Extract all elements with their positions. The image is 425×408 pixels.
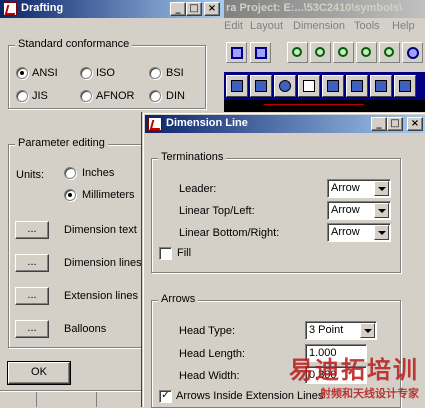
arrows-label: Arrows	[158, 293, 199, 305]
snap-grid-icon[interactable]	[226, 75, 248, 97]
chevron-down-icon[interactable]	[374, 203, 389, 218]
minimize-icon[interactable]: _	[170, 2, 186, 16]
fill-checkbox[interactable]	[159, 247, 172, 260]
radio-iso[interactable]	[80, 67, 92, 79]
snap-center-icon[interactable]	[394, 75, 416, 97]
insert-icon[interactable]	[250, 42, 271, 63]
radio-inches[interactable]	[64, 167, 76, 179]
status-divider	[96, 392, 97, 407]
radio-jis-label: JIS	[32, 90, 48, 102]
close-icon[interactable]: ×	[204, 2, 220, 16]
fill-label: Fill	[177, 247, 192, 259]
radio-din[interactable]	[149, 90, 161, 102]
units-label: Units:	[16, 169, 45, 181]
background-title: ra Project: E:...\53C2410\symbols\	[226, 2, 403, 14]
chevron-down-icon[interactable]	[374, 181, 389, 196]
watermark-tagline: 射频和天线设计专家	[320, 388, 419, 400]
head-length-label: Head Length:	[179, 348, 246, 360]
menu-layout[interactable]: Layout	[250, 20, 283, 32]
linear-top-left-value: Arrow	[331, 204, 360, 216]
radio-ansi-label: ANSI	[32, 67, 58, 79]
extension-lines-button[interactable]: ...	[15, 287, 49, 305]
dimension-lines-label: Dimension lines	[64, 257, 142, 269]
snap-end-icon[interactable]	[322, 75, 344, 97]
dimension-line-title-bar[interactable]: Dimension Line _ □ ×	[145, 115, 425, 133]
terminations-label: Terminations	[158, 151, 227, 163]
drafting-title: Drafting	[21, 2, 64, 14]
app-icon	[3, 2, 17, 16]
drafting-title-bar[interactable]: Drafting _ □ ×	[0, 0, 224, 18]
zoom-window-icon[interactable]	[379, 42, 400, 63]
radio-millimeters[interactable]	[64, 189, 76, 201]
minimize-icon[interactable]: _	[371, 117, 387, 131]
dimension-text-button[interactable]: ...	[15, 221, 49, 239]
extension-lines-label: Extension lines	[64, 290, 138, 302]
select-icon[interactable]	[298, 75, 320, 97]
radio-bsi-label: BSI	[166, 67, 184, 79]
maximize-icon[interactable]: □	[186, 2, 202, 16]
balloons-label: Balloons	[64, 323, 107, 335]
menu-tools[interactable]: Tools	[354, 20, 380, 32]
snap-toolbar	[224, 72, 425, 100]
arrows-inside-checkbox[interactable]: ✓	[159, 390, 172, 403]
radio-jis[interactable]	[16, 90, 28, 102]
paste-icon[interactable]	[226, 42, 247, 63]
head-type-label: Head Type:	[179, 325, 236, 337]
radio-din-label: DIN	[166, 90, 185, 102]
snap-circle-icon[interactable]	[274, 75, 296, 97]
leader-label: Leader:	[179, 183, 217, 195]
app-icon	[148, 117, 162, 131]
snap-rect-icon[interactable]	[370, 75, 392, 97]
chevron-down-icon[interactable]	[374, 225, 389, 240]
radio-afnor-label: AFNOR	[96, 90, 135, 102]
parameter-editing-label: Parameter editing	[15, 137, 108, 149]
status-divider	[36, 392, 37, 407]
linear-bottom-right-value: Arrow	[331, 226, 360, 238]
radio-afnor[interactable]	[80, 90, 92, 102]
standard-conformance-label: Standard conformance	[15, 38, 133, 50]
zoom-all-icon[interactable]	[402, 42, 423, 63]
ok-button[interactable]: OK	[8, 362, 70, 384]
radio-millimeters-label: Millimeters	[82, 189, 135, 201]
linear-bottom-right-select[interactable]: Arrow	[327, 223, 391, 242]
snap-point-icon[interactable]	[250, 75, 272, 97]
dimension-line-title: Dimension Line	[166, 117, 248, 129]
close-icon[interactable]: ×	[407, 117, 423, 131]
menu-help[interactable]: Help	[392, 20, 415, 32]
radio-bsi[interactable]	[149, 67, 161, 79]
dimension-lines-button[interactable]: ...	[15, 254, 49, 272]
linear-top-left-label: Linear Top/Left:	[179, 205, 255, 217]
background-title-bar: ra Project: E:...\53C2410\symbols\	[224, 0, 425, 18]
drafting-status-bar	[0, 390, 144, 407]
balloons-button[interactable]: ...	[15, 320, 49, 338]
radio-iso-label: ISO	[96, 67, 115, 79]
linear-top-left-select[interactable]: Arrow	[327, 201, 391, 220]
linear-bottom-right-label: Linear Bottom/Right:	[179, 227, 280, 239]
head-type-select[interactable]: 3 Point	[305, 321, 377, 340]
chevron-down-icon[interactable]	[360, 323, 375, 338]
zoom-in-icon[interactable]	[310, 42, 331, 63]
maximize-icon[interactable]: □	[387, 117, 403, 131]
head-width-label: Head Width:	[179, 370, 240, 382]
leader-value: Arrow	[331, 182, 360, 194]
head-type-value: 3 Point	[309, 324, 344, 336]
radio-inches-label: Inches	[82, 167, 115, 179]
zoom-prev-icon[interactable]	[356, 42, 377, 63]
menu-edit[interactable]: Edit	[224, 20, 243, 32]
radio-ansi[interactable]	[16, 67, 28, 79]
menu-dimension[interactable]: Dimension	[293, 20, 345, 32]
zoom-out-icon[interactable]	[333, 42, 354, 63]
snap-mid-icon[interactable]	[346, 75, 368, 97]
watermark: 易迪拓培训 射频和天线设计专家	[289, 350, 419, 401]
zoom-fit-icon[interactable]	[287, 42, 308, 63]
watermark-logo-text: 易迪拓培训	[289, 356, 419, 384]
dimension-text-label: Dimension text	[64, 224, 137, 236]
leader-select[interactable]: Arrow	[327, 179, 391, 198]
